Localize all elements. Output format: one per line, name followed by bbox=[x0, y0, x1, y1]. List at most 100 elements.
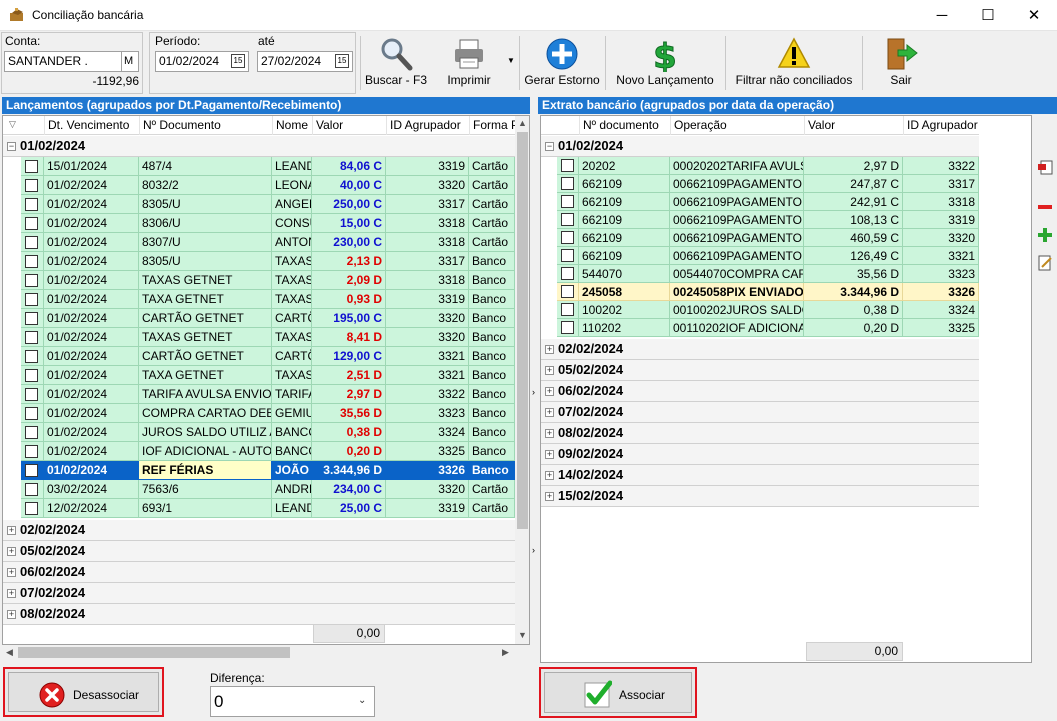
table-row[interactable]: 20202 00020202TARIFA AVULSA 2,97 D 3322 bbox=[541, 157, 979, 175]
column-header[interactable]: Valor bbox=[804, 116, 903, 135]
column-header[interactable]: Forma Pg bbox=[469, 116, 515, 135]
table-row[interactable]: 54407000544070COMPRA CARTA35,56 D3323 bbox=[541, 265, 979, 283]
calendar-icon[interactable]: 15 bbox=[335, 54, 349, 68]
table-row[interactable]: 01/02/20248032/2LEONAR40,00 C3320Cartão bbox=[3, 176, 515, 195]
table-row[interactable]: 66210900662109PAGAMENTO CAI108,13 C3319 bbox=[541, 211, 979, 229]
table-row[interactable]: 245058 00245058PIX ENVIADO 3.344,96 D 3326 bbox=[541, 283, 979, 301]
row-checkbox[interactable] bbox=[561, 267, 574, 280]
expand-icon[interactable]: + bbox=[7, 526, 16, 535]
row-checkbox[interactable] bbox=[25, 293, 38, 306]
group-row[interactable]: +07/02/2024 bbox=[541, 402, 979, 423]
table-row[interactable]: 66210900662109PAGAMENTO CAI460,59 C3320 bbox=[541, 229, 979, 247]
row-checkbox[interactable] bbox=[25, 464, 38, 477]
group-row[interactable]: +02/02/2024 bbox=[541, 339, 979, 360]
scroll-left-icon[interactable]: ◀ bbox=[2, 645, 17, 660]
sort-icon[interactable]: ▽ bbox=[3, 116, 23, 135]
scroll-thumb[interactable] bbox=[18, 647, 290, 658]
checkbox-cell[interactable] bbox=[21, 385, 44, 404]
novo-lancamento-button[interactable]: $ Novo Lançamento bbox=[612, 33, 718, 91]
table-row[interactable]: 01/02/2024 TAXAS GETNET TAXAS 2,09 D 3318 Ban… bbox=[3, 271, 515, 290]
collapse-icon[interactable]: − bbox=[7, 142, 16, 151]
group-row[interactable]: +05/02/2024 bbox=[541, 360, 979, 381]
checkbox-cell[interactable] bbox=[21, 404, 44, 423]
row-checkbox[interactable] bbox=[25, 331, 38, 344]
edit-icon[interactable] bbox=[1036, 254, 1054, 272]
expand-icon[interactable]: + bbox=[7, 568, 16, 577]
checkbox-cell[interactable] bbox=[557, 283, 579, 301]
group-row-open[interactable]: −01/02/2024 bbox=[3, 136, 515, 157]
table-row[interactable]: 01/02/2024IOF ADICIONAL - AUTOMABANCO0,2… bbox=[3, 442, 515, 461]
group-row[interactable]: +15/02/2024 bbox=[541, 486, 979, 507]
maximize-button[interactable]: ☐ bbox=[965, 0, 1011, 31]
minus-icon[interactable] bbox=[1036, 198, 1054, 216]
checkbox-cell[interactable] bbox=[557, 229, 579, 247]
expand-icon[interactable]: + bbox=[545, 366, 554, 375]
column-header[interactable]: Nome bbox=[272, 116, 312, 135]
imprimir-dropdown-icon[interactable]: ▼ bbox=[507, 56, 515, 65]
table-row[interactable]: 10020200100202JUROS SALDO U0,38 D3324 bbox=[541, 301, 979, 319]
expand-icon[interactable]: + bbox=[545, 471, 554, 480]
checkbox-cell[interactable] bbox=[557, 193, 579, 211]
checkbox-cell[interactable] bbox=[21, 252, 44, 271]
collapse-icon[interactable]: − bbox=[545, 142, 554, 151]
expand-icon[interactable]: + bbox=[545, 345, 554, 354]
minimize-button[interactable]: ─ bbox=[919, 0, 965, 31]
table-row[interactable]: 01/02/2024CARTÃO GETNETCARTÕ129,00 C3321… bbox=[3, 347, 515, 366]
group-row[interactable]: +14/02/2024 bbox=[541, 465, 979, 486]
row-checkbox[interactable] bbox=[25, 217, 38, 230]
table-row[interactable]: 01/02/2024 TAXA GETNET TAXAS 0,93 D 3319 Banc… bbox=[3, 290, 515, 309]
group-row[interactable]: +06/02/2024 bbox=[3, 562, 515, 583]
row-checkbox[interactable] bbox=[561, 195, 574, 208]
checkbox-cell[interactable] bbox=[557, 301, 579, 319]
splitter-left-icon[interactable]: › bbox=[532, 387, 535, 397]
expand-icon[interactable]: + bbox=[545, 492, 554, 501]
checkbox-cell[interactable] bbox=[557, 211, 579, 229]
table-row[interactable]: 66210900662109PAGAMENTO CAI247,87 C3317 bbox=[541, 175, 979, 193]
row-checkbox[interactable] bbox=[561, 177, 574, 190]
scroll-right-icon[interactable]: ▶ bbox=[498, 645, 513, 660]
group-row-open[interactable]: −01/02/2024 bbox=[541, 136, 979, 157]
checkbox-cell[interactable] bbox=[21, 461, 44, 480]
splitter-right-icon[interactable]: › bbox=[532, 545, 535, 555]
checkbox-cell[interactable] bbox=[557, 175, 579, 193]
scroll-thumb[interactable] bbox=[517, 132, 528, 529]
table-row[interactable]: 66210900662109PAGAMENTO CAI242,91 C3318 bbox=[541, 193, 979, 211]
row-checkbox[interactable] bbox=[25, 179, 38, 192]
checkbox-cell[interactable] bbox=[21, 309, 44, 328]
sair-button[interactable]: Sair bbox=[873, 33, 929, 91]
column-header[interactable]: ID Agrupador bbox=[903, 116, 979, 135]
checkbox-cell[interactable] bbox=[557, 157, 579, 175]
row-checkbox[interactable] bbox=[561, 285, 574, 298]
row-checkbox[interactable] bbox=[25, 483, 38, 496]
row-checkbox[interactable] bbox=[25, 350, 38, 363]
checkbox-cell[interactable] bbox=[21, 271, 44, 290]
row-checkbox[interactable] bbox=[561, 231, 574, 244]
gerar-estorno-button[interactable]: Gerar Estorno bbox=[524, 33, 600, 91]
row-checkbox[interactable] bbox=[25, 426, 38, 439]
expand-icon[interactable]: + bbox=[545, 450, 554, 459]
row-checkbox[interactable] bbox=[25, 502, 38, 515]
row-checkbox[interactable] bbox=[25, 160, 38, 173]
diferenca-input[interactable]: 0 bbox=[210, 686, 375, 717]
expand-icon[interactable]: + bbox=[7, 610, 16, 619]
imprimir-button[interactable]: Imprimir bbox=[436, 33, 502, 91]
table-row[interactable]: 01/02/20248307/UANTON230,00 C3318Cartão bbox=[3, 233, 515, 252]
table-row[interactable]: 01/02/20248305/UANGELA250,00 C3317Cartão bbox=[3, 195, 515, 214]
desassociar-button[interactable]: Desassociar bbox=[3, 667, 164, 717]
checkbox-cell[interactable] bbox=[21, 157, 44, 176]
calendar-icon[interactable]: 15 bbox=[231, 54, 245, 68]
checkbox-cell[interactable] bbox=[21, 366, 44, 385]
column-header[interactable]: Valor bbox=[312, 116, 386, 135]
table-row[interactable]: 01/02/2024 TAXAS GETNET TAXAS 8,41 D 3320 Ban… bbox=[3, 328, 515, 347]
row-checkbox[interactable] bbox=[25, 198, 38, 211]
row-checkbox[interactable] bbox=[561, 213, 574, 226]
horizontal-scrollbar[interactable]: ◀ ▶ bbox=[2, 645, 530, 660]
scroll-up-icon[interactable]: ▲ bbox=[515, 116, 529, 131]
checkbox-cell[interactable] bbox=[21, 214, 44, 233]
row-checkbox[interactable] bbox=[25, 255, 38, 268]
group-row[interactable]: +08/02/2024 bbox=[3, 604, 515, 625]
table-row[interactable]: 01/02/20248306/UCONSU15,00 C3318Cartão bbox=[3, 214, 515, 233]
row-checkbox[interactable] bbox=[561, 249, 574, 262]
conta-select[interactable]: SANTANDER . bbox=[4, 51, 122, 72]
group-row[interactable]: +07/02/2024 bbox=[3, 583, 515, 604]
